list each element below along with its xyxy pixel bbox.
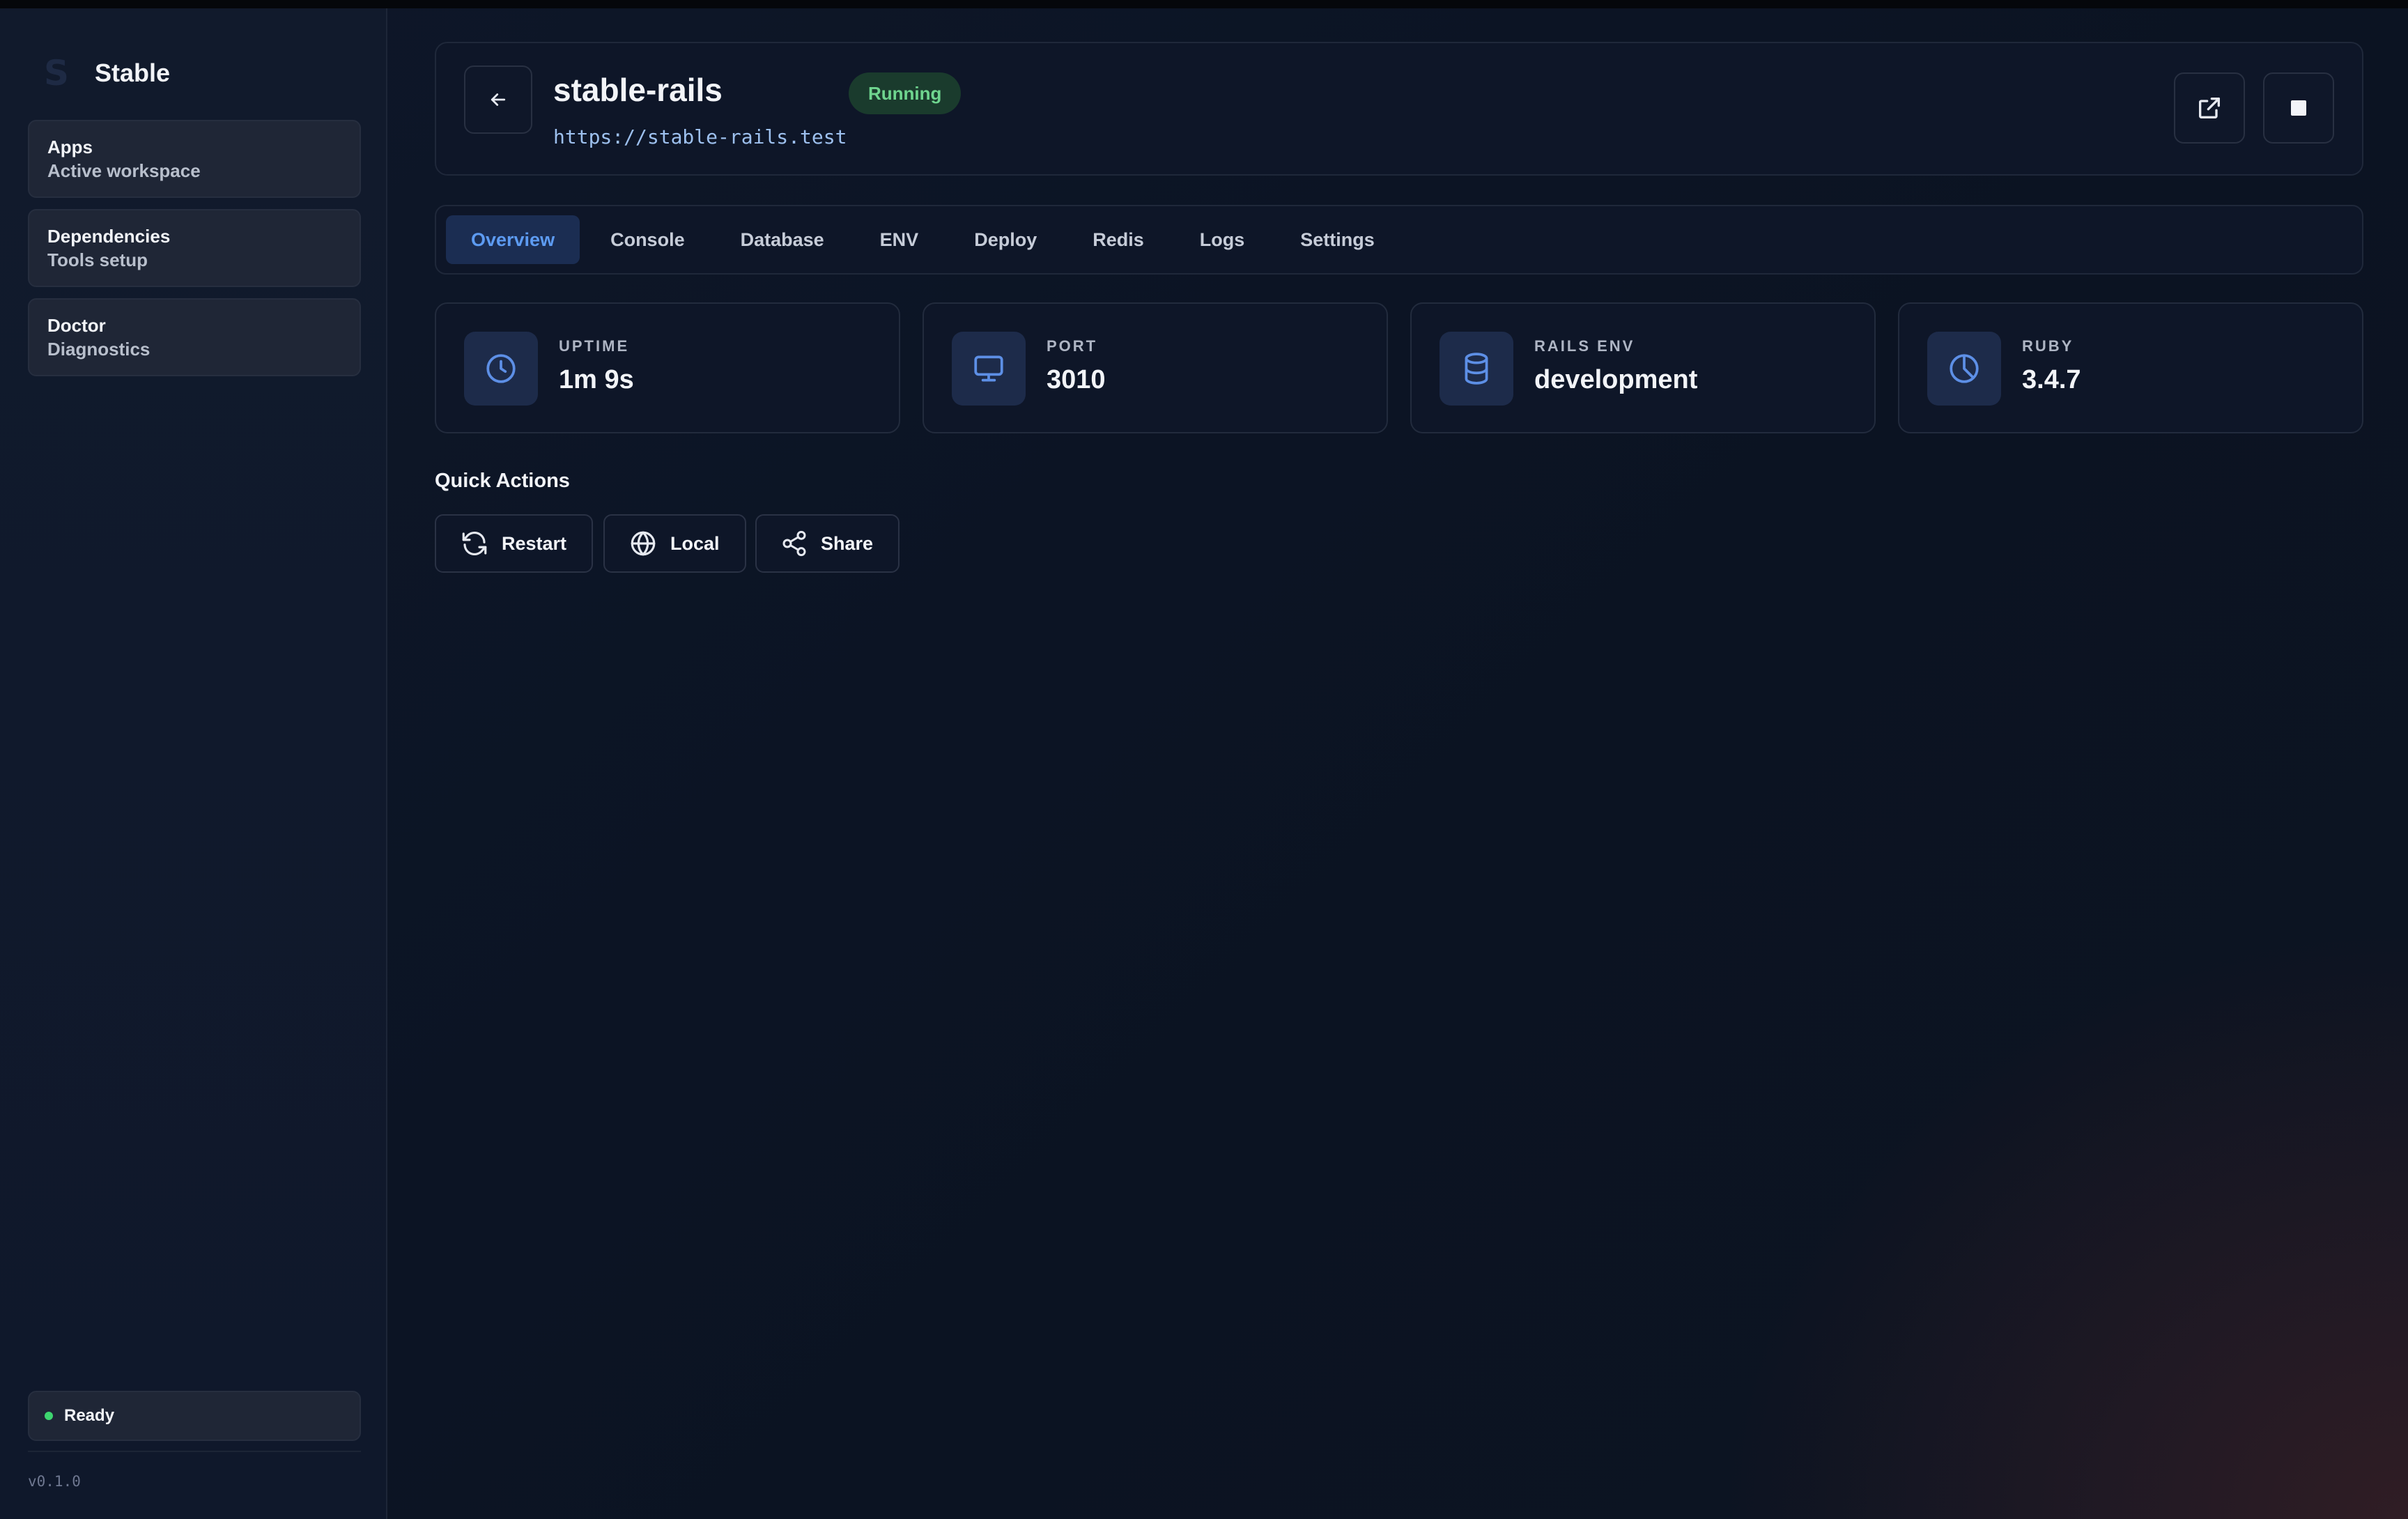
sidebar-item-apps[interactable]: Apps Active workspace (28, 120, 361, 198)
stat-label: PORT (1047, 337, 1098, 355)
stop-icon (2291, 100, 2306, 116)
clock-icon (486, 354, 516, 383)
sidebar: S Stable Apps Active workspace Dependenc… (0, 8, 387, 1519)
sidebar-item-title: Doctor (47, 315, 106, 336)
share-button[interactable]: Share (755, 514, 900, 573)
stat-value: 3.4.7 (2022, 365, 2081, 394)
tab-settings[interactable]: Settings (1275, 215, 1400, 264)
pie-clock-icon (1950, 354, 1979, 383)
brand-name: Stable (95, 59, 171, 87)
stop-button[interactable] (2263, 72, 2334, 144)
window-top-strip (0, 0, 2408, 8)
arrow-left-icon (491, 93, 506, 106)
tab-bar: Overview Console Database ENV Deploy Red… (435, 205, 2363, 275)
stat-card-rails-env: RAILS ENV development (1410, 302, 1876, 433)
status-badge: Running (849, 72, 962, 114)
tab-env[interactable]: ENV (855, 215, 944, 264)
app-url-link[interactable]: https://stable-rails.test (553, 125, 847, 148)
stat-card-ruby: RUBY 3.4.7 (1898, 302, 2363, 433)
sidebar-item-doctor[interactable]: Doctor Diagnostics (28, 298, 361, 376)
open-in-browser-button[interactable] (2174, 72, 2245, 144)
stat-card-uptime: UPTIME 1m 9s (435, 302, 900, 433)
tab-database[interactable]: Database (716, 215, 849, 264)
sidebar-item-subtitle: Diagnostics (47, 339, 150, 360)
quick-actions-title: Quick Actions (435, 470, 570, 492)
app-header: stable-rails Running https://stable-rail… (435, 42, 2363, 176)
restart-button[interactable]: Restart (435, 514, 594, 573)
sidebar-item-title: Apps (47, 137, 93, 157)
share-label: Share (821, 532, 874, 554)
tab-overview[interactable]: Overview (446, 215, 580, 264)
tab-console[interactable]: Console (585, 215, 710, 264)
version-label: v0.1.0 (28, 1473, 81, 1490)
status-text: Ready (64, 1406, 115, 1425)
globe-icon (631, 531, 656, 556)
stat-icon-box (464, 332, 538, 406)
tab-redis[interactable]: Redis (1067, 215, 1169, 264)
stat-value: 1m 9s (559, 365, 634, 394)
sidebar-divider (28, 1451, 361, 1452)
stat-value: 3010 (1047, 365, 1106, 394)
stat-label: RAILS ENV (1534, 337, 1635, 355)
refresh-icon (462, 532, 487, 555)
stat-label: UPTIME (559, 337, 630, 355)
sidebar-item-subtitle: Tools setup (47, 249, 148, 270)
back-button[interactable] (464, 65, 532, 134)
stat-icon-box (1927, 332, 2001, 406)
status-dot-icon (45, 1412, 53, 1420)
sidebar-item-dependencies[interactable]: Dependencies Tools setup (28, 209, 361, 287)
share-icon (782, 530, 806, 557)
stat-value: development (1534, 365, 1698, 394)
brand-logo: S (43, 53, 69, 93)
external-link-icon (2199, 98, 2220, 118)
brand: S Stable (39, 49, 170, 98)
monitor-icon (974, 355, 1003, 382)
status-indicator: Ready (28, 1391, 361, 1441)
local-label: Local (670, 532, 720, 554)
stat-card-port: PORT 3010 (923, 302, 1388, 433)
sidebar-item-subtitle: Active workspace (47, 160, 201, 181)
local-button[interactable]: Local (603, 514, 746, 573)
page-title: stable-rails (553, 72, 723, 108)
tab-logs[interactable]: Logs (1175, 215, 1270, 264)
tab-deploy[interactable]: Deploy (949, 215, 1062, 264)
stat-icon-box (952, 332, 1026, 406)
database-icon (1465, 353, 1488, 385)
sidebar-item-title: Dependencies (47, 226, 171, 247)
stat-label: RUBY (2022, 337, 2074, 355)
restart-label: Restart (502, 532, 567, 554)
stat-icon-box (1440, 332, 1513, 406)
